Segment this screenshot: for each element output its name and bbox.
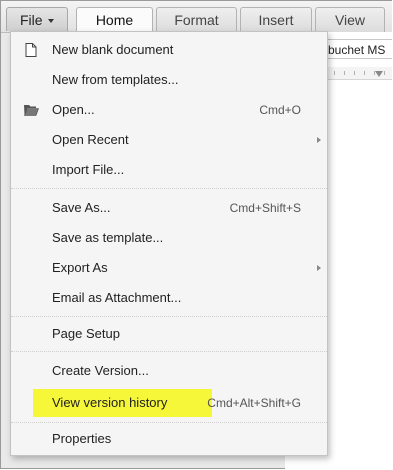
tab-bar: File Home Format Insert View (1, 1, 392, 33)
menu-item-label: Open Recent (52, 132, 129, 147)
menu-separator (11, 316, 327, 317)
menu-item-page-setup[interactable]: Page Setup (11, 319, 327, 349)
menu-separator (11, 422, 327, 423)
menu-item-open-recent[interactable]: Open Recent (11, 125, 327, 155)
menu-item-label: Properties (52, 431, 112, 446)
menu-item-label: Save As... (52, 200, 111, 215)
menu-item-new-blank[interactable]: New blank document (11, 35, 327, 65)
shortcut-label: Cmd+O (259, 103, 301, 117)
tab-insert[interactable]: Insert (240, 7, 312, 32)
menu-item-save-as[interactable]: Save As... Cmd+Shift+S (11, 193, 327, 223)
menu-item-email-attachment[interactable]: Email as Attachment... (11, 283, 327, 313)
menu-item-save-as-template[interactable]: Save as template... (11, 223, 327, 253)
tab-format[interactable]: Format (156, 7, 237, 32)
tab-view[interactable]: View (315, 7, 385, 32)
menu-item-label: Create Version... (52, 363, 149, 378)
folder-icon (24, 105, 39, 116)
menu-item-label: New from templates... (52, 72, 179, 87)
menu-separator (11, 351, 327, 352)
window-frame: File Home Format Insert View buchet MS N… (0, 0, 392, 469)
menu-item-label: Open... (52, 102, 95, 117)
menu-item-label: New blank document (52, 42, 174, 57)
menu-separator (11, 188, 327, 189)
menu-item-open[interactable]: Open... Cmd+O (11, 95, 327, 125)
menu-item-label: View version history (52, 395, 168, 410)
file-menu: New blank document New from templates...… (10, 31, 328, 456)
document-icon (25, 43, 37, 57)
tab-home[interactable]: Home (76, 7, 153, 33)
menu-item-label: Email as Attachment... (52, 290, 182, 305)
menu-item-label: Save as template... (52, 230, 164, 245)
file-menu-label: File (20, 12, 43, 28)
menu-item-properties[interactable]: Properties (11, 424, 327, 454)
chevron-right-icon (317, 137, 321, 143)
caret-down-icon (47, 19, 54, 24)
shortcut-label: Cmd+Alt+Shift+G (207, 396, 301, 410)
menu-item-label: Import File... (52, 162, 125, 177)
menu-item-label: Export As (52, 260, 108, 275)
menu-item-new-from-templates[interactable]: New from templates... (11, 65, 327, 95)
shortcut-label: Cmd+Shift+S (229, 201, 301, 215)
indent-marker-icon[interactable] (375, 71, 383, 77)
chevron-right-icon (317, 265, 321, 271)
file-menu-button[interactable]: File (6, 7, 68, 31)
menu-item-import-file[interactable]: Import File... (11, 155, 327, 185)
menu-item-label: Page Setup (52, 326, 120, 341)
menu-item-export-as[interactable]: Export As (11, 253, 327, 283)
menu-item-create-version[interactable]: Create Version... (11, 356, 327, 386)
menu-item-view-version-history[interactable]: View version history Cmd+Alt+Shift+G (11, 388, 327, 418)
